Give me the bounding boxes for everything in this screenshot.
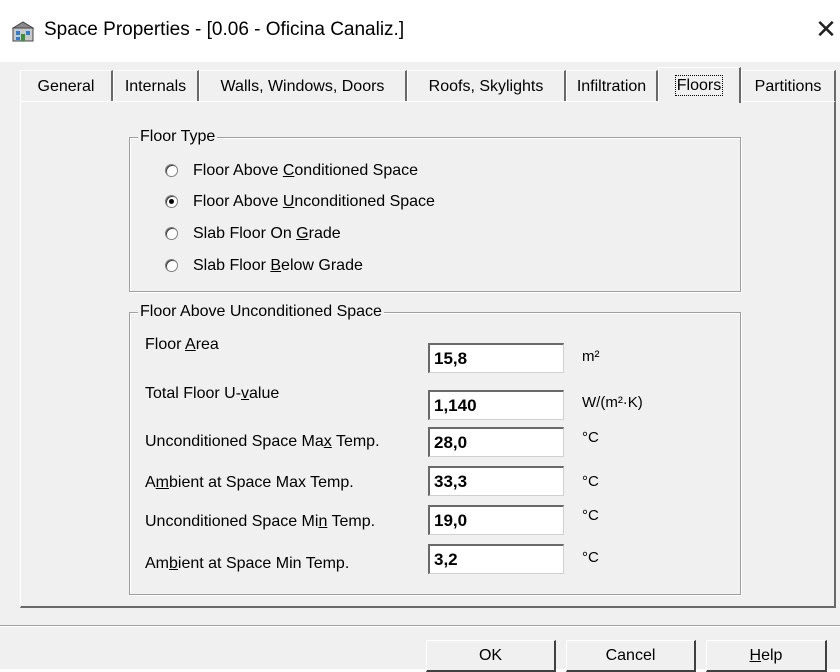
radio-label: Floor Above Conditioned Space xyxy=(193,162,419,179)
ok-button[interactable]: OK xyxy=(426,640,556,672)
tab-walls-windows-doors[interactable]: Walls, Windows, Doors xyxy=(199,70,407,102)
uncond-min-temp-input[interactable]: 19,0 xyxy=(428,505,564,535)
space-properties-dialog: Space Properties - [0.06 - Oficina Canal… xyxy=(0,0,840,672)
tab-internals[interactable]: Internals xyxy=(113,70,199,102)
tab-label: General xyxy=(37,78,95,95)
title-bar[interactable]: Space Properties - [0.06 - Oficina Canal… xyxy=(0,0,840,62)
tab-floors[interactable]: Floors xyxy=(658,67,741,103)
tab-label: Partitions xyxy=(754,78,822,95)
tab-label: Internals xyxy=(124,78,187,95)
floor-u-value-label: Total Floor U-value xyxy=(145,385,280,402)
radio-button[interactable] xyxy=(165,164,178,177)
floor-area-input[interactable]: 15,8 xyxy=(428,343,564,373)
tab-label: Infiltration xyxy=(576,78,647,95)
help-mnemonic: H xyxy=(749,647,762,664)
floor-area-label: Floor Area xyxy=(145,336,219,353)
help-label: elp xyxy=(761,647,783,664)
tab-label: Floors xyxy=(674,75,724,96)
radio-button-selected[interactable] xyxy=(165,195,178,208)
uncond-min-temp-unit: °C xyxy=(582,507,599,524)
tab-label: Roofs, Skylights xyxy=(428,78,544,95)
tab-strip: General Internals Walls, Windows, Doors … xyxy=(0,67,840,103)
radio-button[interactable] xyxy=(165,227,178,240)
floor-u-value-unit: W/(m²·K) xyxy=(582,394,643,411)
button-separator xyxy=(0,625,840,627)
floor-type-legend: Floor Type xyxy=(138,127,218,147)
ambient-min-temp-unit: °C xyxy=(582,549,599,566)
floors-tab-page: Floor Type Floor Above Conditioned Space… xyxy=(20,101,836,608)
tab-label: Walls, Windows, Doors xyxy=(220,78,385,95)
ambient-min-temp-label: Ambient at Space Min Temp. xyxy=(145,555,350,572)
uncond-min-temp-label: Unconditioned Space Min Temp. xyxy=(145,513,376,530)
radio-label: Slab Floor Below Grade xyxy=(193,257,363,274)
uncond-max-temp-label: Unconditioned Space Max Temp. xyxy=(145,433,380,450)
radio-label: Floor Above Unconditioned Space xyxy=(193,193,435,210)
dialog-client-area: General Internals Walls, Windows, Doors … xyxy=(0,62,840,672)
floor-type-group: Floor Type Floor Above Conditioned Space… xyxy=(129,127,741,292)
radio-dot-icon xyxy=(169,199,174,204)
floor-u-value-input[interactable]: 1,140 xyxy=(428,390,564,420)
tab-infiltration[interactable]: Infiltration xyxy=(566,70,658,102)
ambient-max-temp-label: Ambient at Space Max Temp. xyxy=(145,474,354,491)
radio-label: Slab Floor On Grade xyxy=(193,225,341,242)
floor-area-unit: m² xyxy=(582,348,600,365)
uncond-max-temp-input[interactable]: 28,0 xyxy=(428,427,564,457)
uncond-max-temp-unit: °C xyxy=(582,429,599,446)
tab-partitions[interactable]: Partitions xyxy=(741,70,836,102)
radio-button[interactable] xyxy=(165,259,178,272)
window-title: Space Properties - [0.06 - Oficina Canal… xyxy=(44,19,405,40)
ambient-max-temp-unit: °C xyxy=(582,473,599,490)
tab-general[interactable]: General xyxy=(20,70,113,102)
ambient-min-temp-input[interactable]: 3,2 xyxy=(428,544,564,574)
floor-details-legend: Floor Above Unconditioned Space xyxy=(138,302,384,322)
building-icon xyxy=(12,21,34,42)
help-button[interactable]: Help xyxy=(706,640,827,672)
cancel-button[interactable]: Cancel xyxy=(566,640,696,672)
floor-details-group: Floor Above Unconditioned Space Floor Ar… xyxy=(129,302,741,595)
tab-roofs-skylights[interactable]: Roofs, Skylights xyxy=(407,70,566,102)
ambient-max-temp-input[interactable]: 33,3 xyxy=(428,466,564,496)
close-icon[interactable]: ✕ xyxy=(812,16,840,44)
